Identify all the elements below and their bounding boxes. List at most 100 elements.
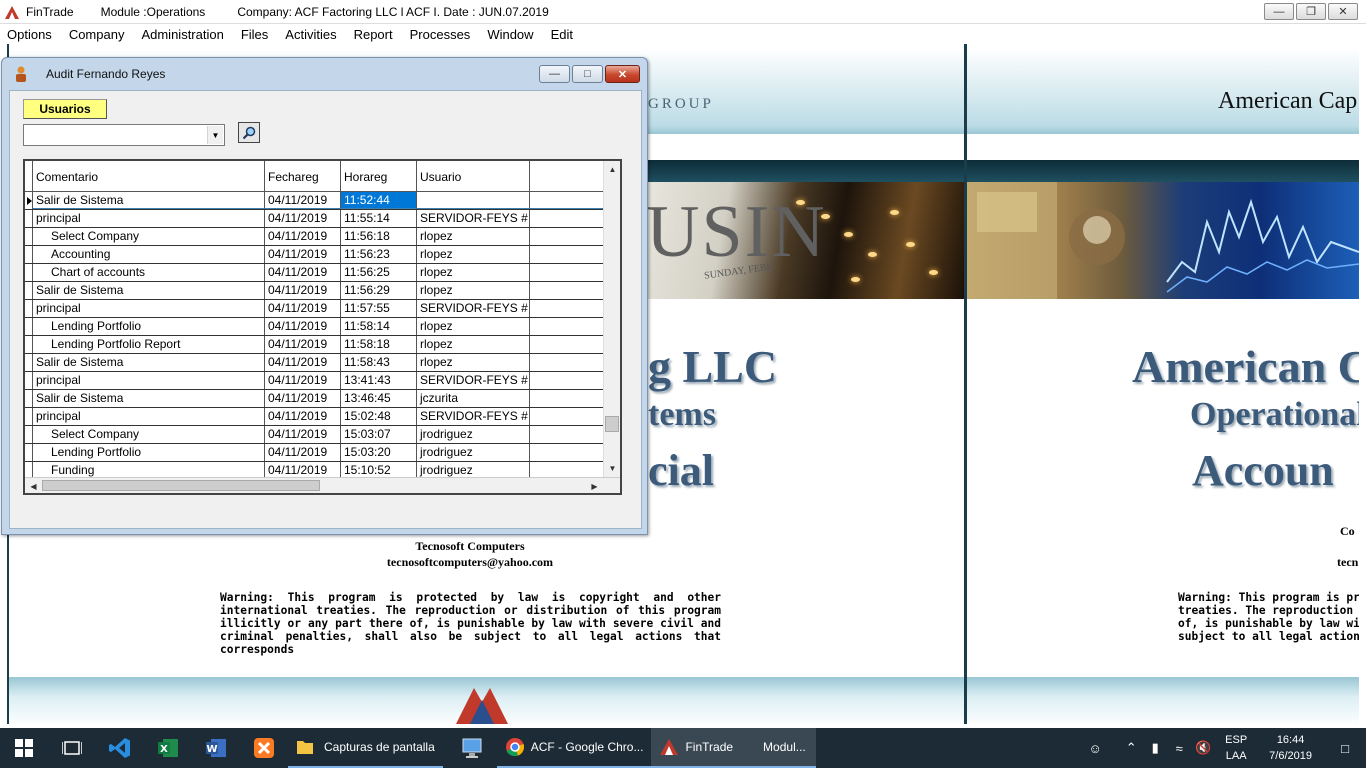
cell-horareg[interactable]: 11:56:29 (341, 282, 417, 299)
table-row[interactable]: Salir de Sistema 04/11/2019 11:58:43 rlopez (25, 354, 605, 372)
word-taskbar-button[interactable]: W (192, 728, 240, 768)
cell-comentario[interactable]: Salir de Sistema (33, 282, 265, 299)
volume-mute-icon[interactable]: 🔇 (1191, 740, 1215, 756)
cell-fechareg[interactable]: 04/11/2019 (265, 264, 341, 281)
row-indicator[interactable] (25, 354, 33, 371)
row-indicator[interactable] (25, 336, 33, 353)
cell-comentario[interactable]: principal (33, 210, 265, 227)
cell-comentario[interactable]: Salir de Sistema (33, 390, 265, 407)
cell-comentario[interactable]: Lending Portfolio (33, 318, 265, 335)
cell-usuario[interactable]: SERVIDOR-FEYS # (417, 372, 530, 389)
cell-fechareg[interactable]: 04/11/2019 (265, 444, 341, 461)
column-header-comentario[interactable]: Comentario (33, 161, 265, 191)
menu-company[interactable]: Company (69, 27, 125, 42)
menu-files[interactable]: Files (241, 27, 268, 42)
vertical-scroll-thumb[interactable] (605, 416, 619, 432)
cell-fechareg[interactable]: 04/11/2019 (265, 282, 341, 299)
cell-fechareg[interactable]: 04/11/2019 (265, 354, 341, 371)
table-row[interactable]: Lending Portfolio Report 04/11/2019 11:58:… (25, 336, 605, 354)
cell-usuario[interactable]: rlopez (417, 318, 530, 335)
cell-extra[interactable] (530, 372, 605, 389)
table-row[interactable]: Accounting 04/11/2019 11:56:23 rlopez (25, 246, 605, 264)
cell-usuario[interactable]: rlopez (417, 282, 530, 299)
column-header-fechareg[interactable]: Fechareg (265, 161, 341, 191)
row-indicator[interactable] (25, 390, 33, 407)
dialog-maximize-button[interactable]: □ (572, 65, 603, 83)
row-indicator[interactable] (25, 246, 33, 263)
menu-processes[interactable]: Processes (410, 27, 471, 42)
vertical-scrollbar[interactable]: ▲ ▼ (603, 161, 620, 477)
cell-extra[interactable] (530, 282, 605, 299)
cell-usuario[interactable]: jrodriguez (417, 444, 530, 461)
cell-comentario[interactable]: Salir de Sistema (33, 192, 265, 209)
cell-usuario[interactable]: rlopez (417, 228, 530, 245)
cell-horareg[interactable]: 11:52:44 (341, 192, 417, 209)
cell-extra[interactable] (530, 264, 605, 281)
cell-extra[interactable] (530, 228, 605, 245)
cell-comentario[interactable]: Chart of accounts (33, 264, 265, 281)
cell-extra[interactable] (530, 210, 605, 227)
cell-usuario[interactable]: rlopez (417, 336, 530, 353)
cell-horareg[interactable]: 15:02:48 (341, 408, 417, 425)
table-row[interactable]: Lending Portfolio 04/11/2019 15:03:20 jrodr… (25, 444, 605, 462)
cell-extra[interactable] (530, 336, 605, 353)
row-indicator[interactable] (25, 372, 33, 389)
search-button[interactable] (238, 122, 260, 143)
table-row[interactable]: Chart of accounts 04/11/2019 11:56:25 rlope… (25, 264, 605, 282)
cell-fechareg[interactable]: 04/11/2019 (265, 300, 341, 317)
restore-button[interactable]: ❐ (1296, 3, 1326, 20)
row-indicator[interactable] (25, 282, 33, 299)
row-indicator[interactable] (25, 210, 33, 227)
cell-extra[interactable] (530, 318, 605, 335)
cell-usuario[interactable]: rlopez (417, 264, 530, 281)
cell-fechareg[interactable]: 04/11/2019 (265, 408, 341, 425)
chevron-down-icon[interactable]: ▼ (207, 126, 223, 144)
wifi-icon[interactable]: ≈ (1167, 741, 1191, 756)
excel-taskbar-button[interactable]: X (144, 728, 192, 768)
file-explorer-taskbar-button[interactable]: Capturas de pantalla (288, 728, 443, 768)
cell-extra[interactable] (530, 426, 605, 443)
dialog-minimize-button[interactable]: — (539, 65, 570, 83)
cell-fechareg[interactable]: 04/11/2019 (265, 318, 341, 335)
cell-usuario[interactable]: rlopez (417, 246, 530, 263)
cell-extra[interactable] (530, 192, 605, 209)
cell-comentario[interactable]: Lending Portfolio (33, 444, 265, 461)
cell-horareg[interactable]: 13:41:43 (341, 372, 417, 389)
chevron-up-icon[interactable]: ⌃ (1119, 740, 1143, 756)
chrome-taskbar-button[interactable]: ACF - Google Chro... (496, 728, 652, 768)
row-indicator[interactable] (25, 408, 33, 425)
menu-activities[interactable]: Activities (285, 27, 336, 42)
cell-fechareg[interactable]: 04/11/2019 (265, 390, 341, 407)
horizontal-scrollbar[interactable]: ◀ ▶ (25, 477, 620, 493)
menu-window[interactable]: Window (487, 27, 533, 42)
notifications-icon[interactable]: □ (1324, 741, 1366, 756)
table-row[interactable]: principal 04/11/2019 13:41:43 SERVIDOR-FEYS… (25, 372, 605, 390)
cell-comentario[interactable]: Select Company (33, 228, 265, 245)
start-button[interactable] (0, 728, 48, 768)
vscode-taskbar-button[interactable] (96, 728, 144, 768)
cell-extra[interactable] (530, 408, 605, 425)
table-row[interactable]: principal 04/11/2019 15:02:48 SERVIDOR-FEYS… (25, 408, 605, 426)
column-header-horareg[interactable]: Horareg (341, 161, 417, 191)
menu-administration[interactable]: Administration (141, 27, 223, 42)
cell-comentario[interactable]: Select Company (33, 426, 265, 443)
people-icon[interactable]: ☺ (1083, 741, 1107, 756)
cell-fechareg[interactable]: 04/11/2019 (265, 192, 341, 209)
cell-horareg[interactable]: 11:57:55 (341, 300, 417, 317)
cell-horareg[interactable]: 15:03:20 (341, 444, 417, 461)
cell-comentario[interactable]: principal (33, 408, 265, 425)
row-indicator[interactable] (25, 426, 33, 443)
battery-icon[interactable]: ▮ (1143, 740, 1167, 756)
cell-comentario[interactable]: principal (33, 372, 265, 389)
horizontal-scroll-thumb[interactable] (42, 480, 320, 491)
cell-comentario[interactable]: Accounting (33, 246, 265, 263)
table-row[interactable]: Select Company 04/11/2019 11:56:18 rlopez (25, 228, 605, 246)
cell-fechareg[interactable]: 04/11/2019 (265, 246, 341, 263)
minimize-button[interactable]: — (1264, 3, 1294, 20)
xampp-taskbar-button[interactable] (240, 728, 288, 768)
table-row[interactable]: Salir de Sistema 04/11/2019 11:56:29 rlopez (25, 282, 605, 300)
cell-usuario[interactable]: SERVIDOR-FEYS # (417, 408, 530, 425)
cell-comentario[interactable]: principal (33, 300, 265, 317)
scroll-left-arrow-icon[interactable]: ◀ (25, 478, 42, 493)
current-row-indicator-icon[interactable] (25, 192, 33, 209)
